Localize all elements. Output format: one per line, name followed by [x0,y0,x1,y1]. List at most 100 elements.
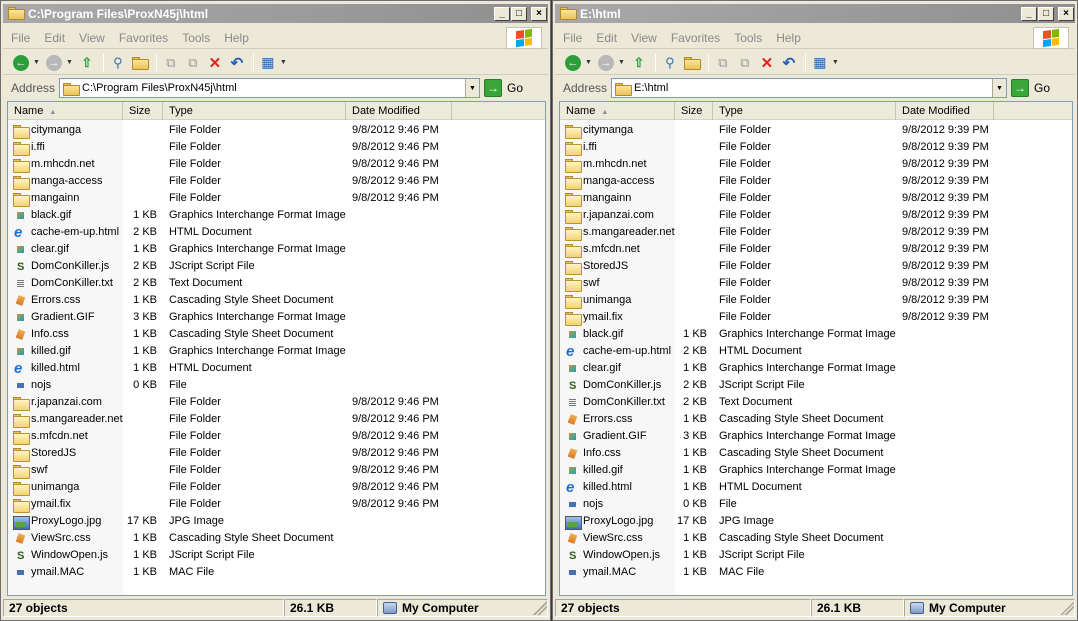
views-button[interactable]: ▦ [258,53,278,73]
file-row[interactable]: black.gif 1 KB Graphics Interchange Format… [560,326,1072,343]
go-button[interactable]: → Go [1011,79,1069,97]
menu-file[interactable]: File [11,31,30,45]
minimize-button[interactable]: _ [494,6,510,21]
resize-grip[interactable] [1060,601,1074,615]
folders-button[interactable] [130,53,150,73]
move-to-button[interactable]: ⧉ [161,53,181,73]
file-row[interactable]: ymail.MAC 1 KB MAC File [8,564,545,581]
file-row[interactable]: DomConKiller.js 2 KB JScript Script File [8,258,545,276]
close-button[interactable]: × [1058,6,1074,21]
column-header-date[interactable]: Date Modified [896,102,994,120]
file-row[interactable]: manga-access File Folder 9/8/2012 9:46 PM [8,173,545,190]
menu-tools[interactable]: Tools [182,31,210,45]
file-row[interactable]: r.japanzai.com File Folder 9/8/2012 9:39 P… [560,207,1072,224]
copy-to-button[interactable]: ⧉ [735,53,755,73]
move-to-button[interactable]: ⧉ [713,53,733,73]
file-row[interactable]: ViewSrc.css 1 KB Cascading Style Sheet Doc… [8,530,545,547]
file-row[interactable]: citymanga File Folder 9/8/2012 9:46 PM [8,122,545,139]
column-header-size[interactable]: Size [675,102,713,120]
file-list[interactable]: Name ▲ Size Type Date Modified citymanga File … [559,101,1073,596]
file-row[interactable]: Gradient.GIF 3 KB Graphics Interchange For… [8,309,545,326]
forward-button[interactable]: → [596,53,616,73]
back-dropdown-icon[interactable]: ▼ [33,59,40,66]
menu-file[interactable]: File [563,31,582,45]
menu-help[interactable]: Help [224,31,249,45]
file-row[interactable]: mangainn File Folder 9/8/2012 9:46 PM [8,190,545,207]
search-button[interactable]: ⚲ [660,53,680,73]
file-row[interactable]: StoredJS File Folder 9/8/2012 9:39 PM [560,258,1072,275]
file-row[interactable]: s.mangareader.net File Folder 9/8/2012 9:3… [560,224,1072,241]
file-row[interactable]: citymanga File Folder 9/8/2012 9:39 PM [560,122,1072,139]
file-row[interactable]: cache-em-up.html 2 KB HTML Document [8,224,545,241]
address-dropdown-icon[interactable]: ▼ [992,79,1006,97]
file-row[interactable]: ProxyLogo.jpg 17 KB JPG Image [8,513,545,530]
forward-button[interactable]: → [44,53,64,73]
forward-dropdown-icon[interactable]: ▼ [618,59,625,66]
file-row[interactable]: Info.css 1 KB Cascading Style Sheet Docume… [560,445,1072,462]
views-button[interactable]: ▦ [810,53,830,73]
file-row[interactable]: Errors.css 1 KB Cascading Style Sheet Docu… [560,411,1072,428]
back-button[interactable]: ← [563,53,583,73]
back-dropdown-icon[interactable]: ▼ [585,59,592,66]
file-row[interactable]: manga-access File Folder 9/8/2012 9:39 PM [560,173,1072,190]
file-row[interactable]: m.mhcdn.net File Folder 9/8/2012 9:46 PM [8,156,545,173]
file-list[interactable]: Name ▲ Size Type Date Modified citymanga File … [7,101,546,596]
views-dropdown-icon[interactable]: ▼ [280,59,287,66]
address-input[interactable]: C:\Program Files\ProxN45j\html ▼ [59,78,480,98]
file-row[interactable]: killed.gif 1 KB Graphics Interchange Forma… [8,343,545,360]
menu-edit[interactable]: Edit [44,31,65,45]
file-row[interactable]: unimanga File Folder 9/8/2012 9:46 PM [8,479,545,496]
file-row[interactable]: s.mfcdn.net File Folder 9/8/2012 9:39 PM [560,241,1072,258]
minimize-button[interactable]: _ [1021,6,1037,21]
file-row[interactable]: ymail.fix File Folder 9/8/2012 9:46 PM [8,496,545,513]
file-row[interactable]: i.ffi File Folder 9/8/2012 9:39 PM [560,139,1072,156]
views-dropdown-icon[interactable]: ▼ [832,59,839,66]
up-folder-button[interactable]: ⇧ [77,53,97,73]
column-header-size[interactable]: Size [123,102,163,120]
file-row[interactable]: killed.html 1 KB HTML Document [560,479,1072,496]
folders-button[interactable] [682,53,702,73]
copy-to-button[interactable]: ⧉ [183,53,203,73]
go-button[interactable]: → Go [484,79,542,97]
menu-edit[interactable]: Edit [596,31,617,45]
address-dropdown-icon[interactable]: ▼ [465,79,479,97]
up-folder-button[interactable]: ⇧ [629,53,649,73]
file-row[interactable]: swf File Folder 9/8/2012 9:39 PM [560,275,1072,292]
menu-favorites[interactable]: Favorites [671,31,720,45]
file-row[interactable]: clear.gif 1 KB Graphics Interchange Format… [560,360,1072,377]
title-bar[interactable]: C:\Program Files\ProxN45j\html _ □ × [3,4,548,23]
file-row[interactable]: Gradient.GIF 3 KB Graphics Interchange For… [560,428,1072,445]
file-row[interactable]: mangainn File Folder 9/8/2012 9:39 PM [560,190,1072,207]
maximize-button[interactable]: □ [1038,6,1054,21]
menu-tools[interactable]: Tools [734,31,762,45]
column-header-name[interactable]: Name ▲ [8,102,123,120]
file-row[interactable]: swf File Folder 9/8/2012 9:46 PM [8,462,545,479]
file-row[interactable]: killed.html 1 KB HTML Document [8,360,545,377]
file-row[interactable]: StoredJS File Folder 9/8/2012 9:46 PM [8,445,545,462]
column-header-name[interactable]: Name ▲ [560,102,675,120]
file-row[interactable]: cache-em-up.html 2 KB HTML Document [560,343,1072,360]
undo-button[interactable]: ↶ [227,53,247,73]
column-header-type[interactable]: Type [163,102,346,120]
file-row[interactable]: nojs 0 KB File [8,377,545,394]
file-row[interactable]: s.mfcdn.net File Folder 9/8/2012 9:46 PM [8,428,545,445]
menu-view[interactable]: View [631,31,657,45]
file-row[interactable]: ymail.fix File Folder 9/8/2012 9:39 PM [560,309,1072,326]
file-row[interactable]: s.mangareader.net File Folder 9/8/2012 9:4… [8,411,545,428]
column-header-date[interactable]: Date Modified [346,102,452,120]
forward-dropdown-icon[interactable]: ▼ [66,59,73,66]
file-row[interactable]: Errors.css 1 KB Cascading Style Sheet Docu… [8,292,545,309]
file-row[interactable]: WindowOpen.js 1 KB JScript Script File [8,547,545,565]
maximize-button[interactable]: □ [511,6,527,21]
file-row[interactable]: black.gif 1 KB Graphics Interchange Format… [8,207,545,224]
close-button[interactable]: × [531,6,547,21]
file-row[interactable]: nojs 0 KB File [560,496,1072,513]
resize-grip[interactable] [533,601,547,615]
menu-favorites[interactable]: Favorites [119,31,168,45]
file-row[interactable]: unimanga File Folder 9/8/2012 9:39 PM [560,292,1072,309]
delete-button[interactable]: ✕ [757,53,777,73]
file-row[interactable]: ViewSrc.css 1 KB Cascading Style Sheet Doc… [560,530,1072,547]
file-row[interactable]: killed.gif 1 KB Graphics Interchange Forma… [560,462,1072,479]
back-button[interactable]: ← [11,53,31,73]
file-row[interactable]: i.ffi File Folder 9/8/2012 9:46 PM [8,139,545,156]
